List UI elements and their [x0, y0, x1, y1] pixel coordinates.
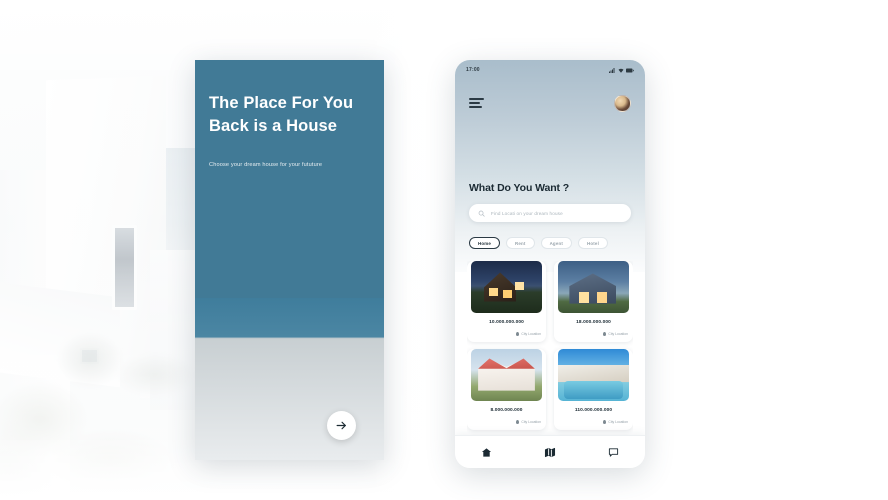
chip-hotel[interactable]: Hotel: [578, 237, 608, 249]
avatar[interactable]: [614, 94, 631, 112]
property-location-label: City Location: [608, 332, 628, 336]
search-input[interactable]: Find Locati on your dream house: [469, 204, 631, 222]
map-pin-icon: [603, 420, 607, 424]
app-header: [455, 90, 645, 116]
page-title: What Do You Want ?: [469, 182, 570, 194]
property-location: City Location: [516, 332, 541, 336]
nav-chat-button[interactable]: [601, 442, 625, 462]
onboarding-subtitle: Choose your dream house for your fututur…: [209, 162, 323, 168]
onboarding-title: The Place For You Back is a House: [209, 94, 354, 136]
onboarding-next-button[interactable]: [327, 411, 356, 440]
battery-icon: [626, 68, 634, 72]
property-price: 8.000.000.000: [490, 408, 523, 413]
hamburger-line: [469, 98, 484, 100]
arrow-right-icon: [336, 421, 346, 430]
nav-home-button[interactable]: [475, 442, 499, 462]
property-card[interactable]: 8.000.000.000 City Location: [467, 349, 546, 430]
page-right-whitespace: [645, 0, 888, 500]
map-pin-icon: [516, 332, 520, 336]
chip-rent[interactable]: Rent: [506, 237, 535, 249]
property-location-label: City Location: [521, 332, 541, 336]
map-pin-icon: [603, 332, 607, 336]
signal-icon: [609, 67, 615, 73]
property-location: City Location: [603, 420, 628, 424]
property-price: 110.000.000.000: [574, 408, 613, 413]
property-card[interactable]: 18.000.000.000 City Location: [554, 261, 633, 342]
hamburger-menu-icon[interactable]: [469, 98, 484, 108]
search-icon: [478, 210, 485, 217]
home-icon: [482, 447, 492, 457]
property-location-label: City Location: [521, 420, 541, 424]
property-thumbnail: [558, 349, 629, 401]
nav-map-button[interactable]: [538, 442, 562, 462]
onboarding-photo: [195, 298, 384, 460]
property-thumbnail: [471, 349, 542, 401]
wifi-icon: [618, 68, 623, 73]
status-time: 17:00: [466, 67, 480, 73]
phone-mockup: 17:00 What Do You Want ? Find Locati on …: [455, 60, 645, 468]
property-card[interactable]: 110.000.000.000 City Location: [554, 349, 633, 430]
hamburger-line: [469, 106, 482, 108]
onboarding-card: The Place For You Back is a House Choose…: [195, 60, 384, 460]
filter-chips: Home Rent Agent Hotel: [469, 237, 634, 249]
bottom-navigation: [455, 435, 645, 468]
property-thumbnail: [471, 261, 542, 313]
map-icon: [544, 447, 556, 457]
chip-agent[interactable]: Agent: [540, 237, 573, 249]
search-placeholder: Find Locati on your dream house: [491, 210, 563, 216]
property-card[interactable]: 10.000.000.000 City Location: [467, 261, 546, 342]
property-price: 18.000.000.000: [576, 320, 611, 325]
map-pin-icon: [516, 420, 520, 424]
property-card-grid: 10.000.000.000 City Location 18.000.000.…: [467, 261, 633, 435]
property-location: City Location: [516, 420, 541, 424]
chip-home[interactable]: Home: [469, 237, 500, 249]
status-icons: [609, 67, 634, 73]
property-thumbnail: [558, 261, 629, 313]
property-location: City Location: [603, 332, 628, 336]
property-price: 10.000.000.000: [489, 320, 524, 325]
status-bar: 17:00: [455, 65, 645, 75]
chat-icon: [608, 447, 618, 457]
phone-screen: 17:00 What Do You Want ? Find Locati on …: [455, 60, 645, 468]
property-location-label: City Location: [608, 420, 628, 424]
hamburger-line: [469, 102, 480, 104]
